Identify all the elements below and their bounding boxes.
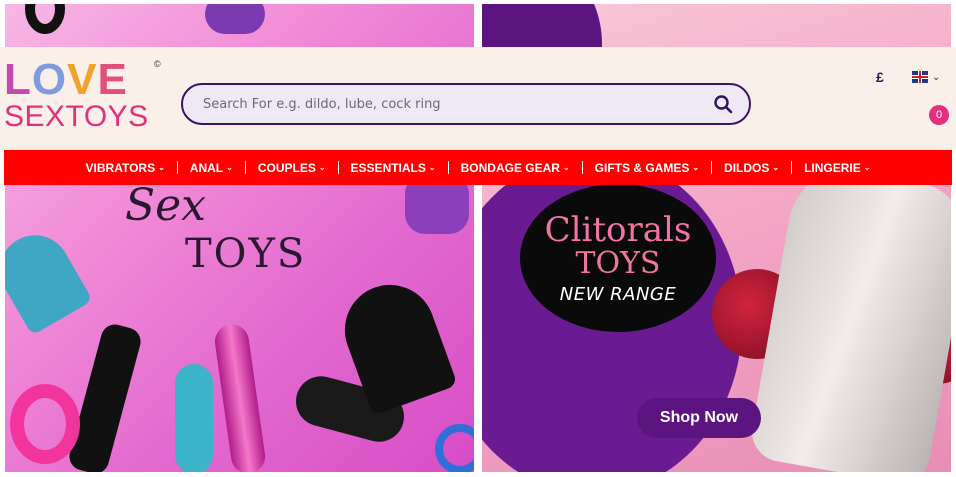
badge-subtitle: TOYS xyxy=(575,245,661,281)
logo-sextoys-text: SEXTOYS xyxy=(4,100,149,133)
cart-count-badge[interactable]: 0 xyxy=(929,105,949,125)
nav-item-essentials[interactable]: ESSENTIALS ⌄ xyxy=(339,161,448,175)
logo-letter: V xyxy=(67,55,98,104)
search-bar xyxy=(181,83,751,125)
chevron-down-icon: ⌄ xyxy=(772,163,780,172)
uk-flag-icon xyxy=(912,71,928,83)
chevron-down-icon: ⌄ xyxy=(158,163,165,172)
nav-item-bondage-gear[interactable]: BONDAGE GEAR ⌄ xyxy=(449,161,582,175)
clitoral-toy-image xyxy=(747,160,951,472)
chevron-down-icon: ⌄ xyxy=(932,71,941,83)
nav-item-vibrators[interactable]: VIBRATORS ⌄ xyxy=(74,161,177,175)
logo-letter: L xyxy=(4,55,32,104)
badge-title: Clitorals xyxy=(544,209,692,250)
chevron-down-icon: ⌄ xyxy=(692,163,700,172)
nav-label: GIFTS & GAMES xyxy=(594,160,690,175)
currency-selector[interactable]: £ xyxy=(876,69,884,85)
nav-label: ESSENTIALS xyxy=(350,160,426,175)
site-logo[interactable]: L O V E SEXTOYS © xyxy=(4,55,164,135)
pink-ring-image xyxy=(10,384,80,464)
chevron-down-icon: ⌄ xyxy=(318,163,326,172)
banner-title-line2: TOYS xyxy=(185,231,307,277)
nav-label: COUPLES xyxy=(257,160,316,175)
nav-label: ANAL xyxy=(189,160,224,175)
nav-item-anal[interactable]: ANAL ⌄ xyxy=(178,161,245,175)
blue-plug-image xyxy=(5,222,93,336)
nav-item-lingerie[interactable]: LINGERIE ⌄ xyxy=(792,161,882,175)
logo-love-text: L O V E xyxy=(4,55,164,104)
logo-heart-letter: O xyxy=(31,55,68,104)
badge-new-range: NEW RANGE xyxy=(559,283,677,305)
cuffs-image xyxy=(205,4,265,34)
pink-bullet-image xyxy=(212,322,268,472)
teal-toy-image xyxy=(175,364,213,472)
chevron-down-icon: ⌄ xyxy=(562,163,570,172)
banner-title: Sex TOYS xyxy=(125,180,306,277)
search-input[interactable] xyxy=(203,93,703,115)
chevron-down-icon: ⌄ xyxy=(428,163,436,172)
new-range-badge: Clitorals TOYS NEW RANGE xyxy=(520,184,716,332)
language-selector[interactable]: ⌄ xyxy=(912,71,940,83)
nav-item-gifts-games[interactable]: GIFTS & GAMES ⌄ xyxy=(583,161,711,175)
blue-ring-image xyxy=(435,424,474,472)
nav-item-dildos[interactable]: DILDOS ⌄ xyxy=(712,161,791,175)
nav-label: BONDAGE GEAR xyxy=(460,160,560,175)
nav-label: LINGERIE xyxy=(804,160,861,175)
black-ring-image xyxy=(25,4,65,34)
logo-letter: E xyxy=(97,55,128,104)
chevron-down-icon: ⌄ xyxy=(226,163,233,172)
nav-item-couples[interactable]: COUPLES ⌄ xyxy=(246,161,338,175)
banner-title-line1: Sex xyxy=(125,180,206,231)
nav-label: DILDOS xyxy=(724,160,770,175)
copyright-mark: © xyxy=(154,59,161,69)
main-nav: VIBRATORS ⌄ ANAL ⌄ COUPLES ⌄ ESSENTIALS ⌄ BO… xyxy=(4,150,952,185)
search-icon[interactable] xyxy=(713,94,733,114)
nav-label: VIBRATORS xyxy=(85,160,156,175)
chevron-down-icon: ⌄ xyxy=(863,163,871,172)
page: Sex TOYS Clitorals TOYS NEW RANGE Shop N… xyxy=(0,0,956,477)
site-header: L O V E SEXTOYS © £ ⌄ 0 xyxy=(0,47,956,150)
paddle-image xyxy=(66,321,144,472)
shop-now-button[interactable]: Shop Now xyxy=(637,398,761,438)
